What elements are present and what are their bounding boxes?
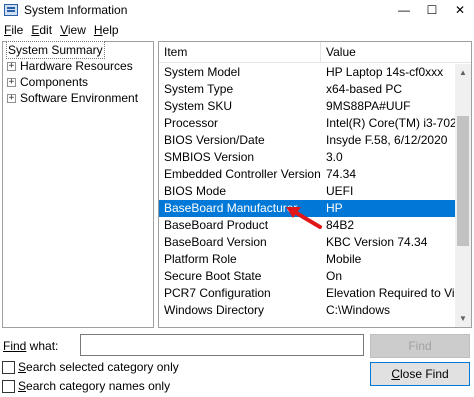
table-row[interactable]: Secure Boot State On	[159, 268, 455, 285]
tree-item-components[interactable]: + Components	[3, 74, 153, 90]
row-value-cell: Insyde F.58, 6/12/2020	[326, 133, 448, 147]
window-controls: — ☐ ✕	[390, 0, 474, 20]
row-value-cell: 84B2	[326, 218, 355, 232]
scroll-down-icon[interactable]: ▼	[455, 310, 471, 327]
search-category-names-checkbox[interactable]: Search category names only	[2, 379, 170, 393]
row-value-cell: Mobile	[326, 252, 362, 266]
vertical-scrollbar[interactable]: ▲ ▼	[455, 64, 471, 327]
checkbox-box[interactable]	[2, 360, 15, 374]
tree-item-label: System Summary	[6, 41, 105, 59]
row-item-cell: Windows Directory	[164, 303, 265, 317]
menu-edit[interactable]: Edit	[27, 23, 56, 37]
row-item-cell: PCR7 Configuration	[164, 286, 271, 300]
tree-item-system-summary[interactable]: System Summary	[3, 41, 153, 59]
row-item-cell: Secure Boot State	[164, 269, 262, 283]
find-what-input[interactable]	[80, 334, 364, 356]
table-row[interactable]: System Model HP Laptop 14s-cf0xxx	[159, 64, 455, 81]
row-value-cell: C:\Windows	[326, 303, 391, 317]
list-rows: System Model HP Laptop 14s-cf0xxx System T…	[159, 64, 455, 319]
table-row[interactable]: PCR7 Configuration Elevation Required to …	[159, 285, 455, 302]
row-item-cell: BIOS Version/Date	[164, 133, 265, 147]
list-header: Item Value	[159, 42, 471, 63]
row-item-cell: BaseBoard Version	[164, 235, 267, 249]
table-row[interactable]: BIOS Version/Date Insyde F.58, 6/12/2020	[159, 132, 455, 149]
row-item-cell: BIOS Mode	[164, 184, 227, 198]
tree-item-label: Components	[20, 75, 89, 89]
table-row[interactable]: BIOS Mode UEFI	[159, 183, 455, 200]
table-row[interactable]: BaseBoard Version KBC Version 74.34	[159, 234, 455, 251]
row-value-cell: 9MS88PA#UUF	[326, 99, 411, 113]
tree-item-label: Hardware Resources	[20, 59, 133, 73]
row-item-cell: Processor	[164, 116, 219, 130]
row-item-cell: Embedded Controller Version	[164, 167, 321, 181]
row-value-cell: 74.34	[326, 167, 357, 181]
category-tree[interactable]: System Summary + Hardware Resources + Co…	[2, 41, 154, 328]
row-item-cell: System Type	[164, 82, 234, 96]
maximize-button[interactable]: ☐	[418, 0, 446, 20]
scroll-thumb[interactable]	[457, 116, 469, 246]
table-row[interactable]: Windows Directory C:\Windows	[159, 302, 455, 319]
title-bar: System Information — ☐ ✕	[0, 0, 474, 20]
find-button[interactable]: Find	[370, 334, 470, 358]
window-title: System Information	[24, 3, 128, 17]
table-row[interactable]: System Type x64-based PC	[159, 81, 455, 98]
row-value-cell: On	[326, 269, 343, 283]
table-row[interactable]: Processor Intel(R) Core(TM) i3-7020U	[159, 115, 455, 132]
column-header-item[interactable]: Item	[159, 42, 321, 62]
system-information-icon	[4, 4, 18, 16]
row-value-cell: HP Laptop 14s-cf0xxx	[326, 65, 444, 79]
menu-view[interactable]: View	[56, 23, 90, 37]
find-what-label: Find what:	[3, 339, 59, 353]
column-header-value[interactable]: Value	[321, 42, 471, 62]
row-value-cell: 3.0	[326, 150, 343, 164]
details-list[interactable]: Item Value System Model HP Laptop 14s-cf0…	[158, 41, 472, 328]
checkbox-box[interactable]	[2, 379, 15, 393]
tree-item-software-environment[interactable]: + Software Environment	[3, 90, 153, 106]
scroll-up-icon[interactable]: ▲	[455, 64, 471, 81]
row-value-cell: KBC Version 74.34	[326, 235, 428, 249]
close-find-button[interactable]: Close Find	[370, 362, 470, 386]
row-value-cell: HP	[326, 201, 343, 215]
tree-item-hardware-resources[interactable]: + Hardware Resources	[3, 58, 153, 74]
expand-icon[interactable]: +	[7, 93, 16, 103]
table-row[interactable]: Embedded Controller Version 74.34	[159, 166, 455, 183]
row-item-cell: Platform Role	[164, 252, 237, 266]
close-button[interactable]: ✕	[446, 0, 474, 20]
red-arrow-annotation-icon	[286, 207, 322, 229]
expand-icon[interactable]: +	[7, 61, 16, 71]
search-selected-category-checkbox[interactable]: Search selected category only	[2, 360, 179, 374]
table-row[interactable]: System SKU 9MS88PA#UUF	[159, 98, 455, 115]
row-item-cell: System SKU	[164, 99, 233, 113]
row-value-cell: Elevation Required to View	[326, 286, 455, 300]
expand-icon[interactable]: +	[7, 77, 16, 87]
menu-bar: File Edit View Help	[0, 21, 474, 39]
table-row[interactable]: Platform Role Mobile	[159, 251, 455, 268]
row-item-cell: SMBIOS Version	[164, 150, 255, 164]
minimize-button[interactable]: —	[390, 0, 418, 20]
menu-help[interactable]: Help	[90, 23, 123, 37]
tree-item-label: Software Environment	[20, 91, 139, 105]
row-value-cell: Intel(R) Core(TM) i3-7020U	[326, 116, 455, 130]
menu-file[interactable]: File	[0, 23, 27, 37]
row-value-cell: UEFI	[326, 184, 354, 198]
row-item-cell: System Model	[164, 65, 241, 79]
table-row[interactable]: SMBIOS Version 3.0	[159, 149, 455, 166]
row-value-cell: x64-based PC	[326, 82, 403, 96]
